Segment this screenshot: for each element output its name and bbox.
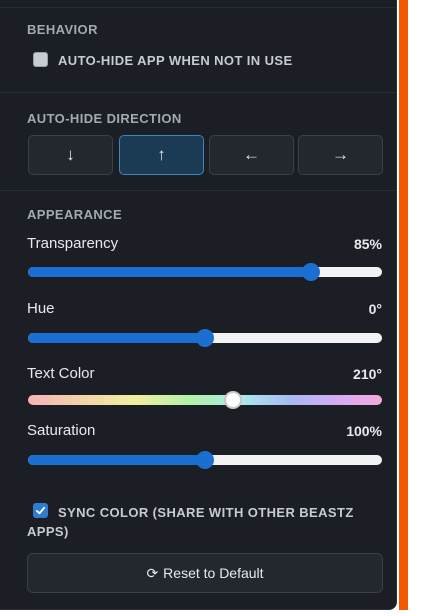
- arrow-right-icon: →: [332, 145, 349, 164]
- direction-button-down[interactable]: ↓: [28, 135, 113, 175]
- transparency-slider[interactable]: [28, 263, 382, 281]
- direction-button-right[interactable]: →: [298, 135, 383, 175]
- arrow-down-icon: ↓: [66, 145, 75, 164]
- auto-hide-label: AUTO-HIDE APP WHEN NOT IN USE: [58, 53, 293, 68]
- transparency-slider-thumb[interactable]: [302, 263, 320, 281]
- text-color-slider-thumb[interactable]: [224, 391, 242, 409]
- direction-section-title: AUTO-HIDE DIRECTION: [27, 111, 182, 126]
- saturation-value: 100%: [346, 423, 382, 439]
- hue-slider-thumb[interactable]: [196, 329, 214, 347]
- arrow-left-icon: ←: [243, 145, 260, 164]
- reset-button-label: Reset to Default: [163, 565, 264, 581]
- section-divider: [0, 92, 396, 93]
- auto-hide-option[interactable]: AUTO-HIDE APP WHEN NOT IN USE: [33, 52, 293, 70]
- auto-hide-checkbox[interactable]: [33, 52, 48, 67]
- accent-bar: [399, 0, 408, 610]
- transparency-label: Transparency: [27, 235, 119, 252]
- behavior-section-title: BEHAVIOR: [27, 22, 98, 37]
- text-color-slider[interactable]: [28, 391, 382, 409]
- text-color-label: Text Color: [27, 365, 95, 382]
- settings-panel: BEHAVIOR AUTO-HIDE APP WHEN NOT IN USE A…: [0, 0, 397, 610]
- direction-button-up[interactable]: ↑: [119, 135, 204, 175]
- reset-to-default-button[interactable]: ⟳ Reset to Default: [27, 553, 383, 593]
- section-divider: [0, 190, 396, 191]
- hue-slider[interactable]: [28, 329, 382, 347]
- hue-label: Hue: [27, 300, 55, 317]
- text-color-value: 210°: [353, 366, 382, 382]
- appearance-section-title: APPEARANCE: [27, 207, 123, 222]
- saturation-label: Saturation: [27, 422, 96, 439]
- direction-button-left[interactable]: ←: [209, 135, 294, 175]
- top-divider: [0, 7, 396, 8]
- hue-value: 0°: [368, 301, 382, 317]
- saturation-slider-thumb[interactable]: [196, 451, 214, 469]
- arrow-up-icon: ↑: [157, 145, 166, 164]
- saturation-slider-fill: [28, 455, 205, 465]
- transparency-slider-fill: [28, 267, 311, 277]
- sync-color-label: SYNC COLOR (SHARE WITH OTHER BEASTZ APPS…: [27, 505, 354, 539]
- saturation-slider[interactable]: [28, 451, 382, 469]
- transparency-value: 85%: [353, 236, 382, 252]
- refresh-icon: ⟳: [146, 564, 159, 581]
- hue-slider-fill: [28, 333, 205, 343]
